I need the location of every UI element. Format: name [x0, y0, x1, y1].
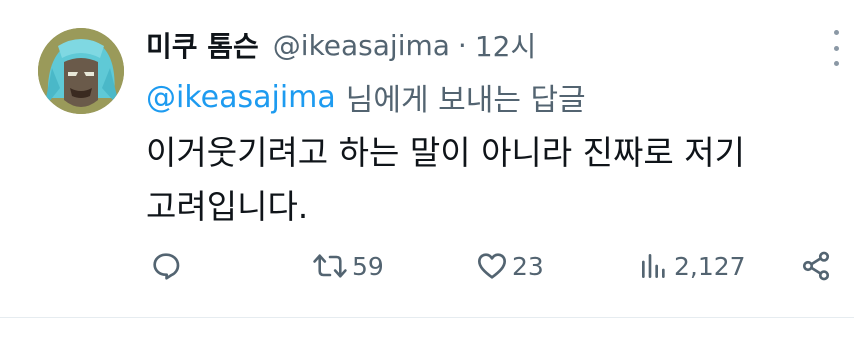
like-button[interactable]: 23 [476, 244, 544, 288]
timestamp[interactable]: 12시 [475, 25, 536, 65]
comment-icon [153, 253, 180, 280]
more-options-icon[interactable] [826, 30, 846, 66]
tweet-text: 이거웃기려고 하는 말이 아니라 진짜로 저기 고려입니다. [146, 126, 806, 234]
action-bar: 59 23 2,127 [146, 244, 836, 288]
tweet-header: 미쿠 톰슨 @ikeasajima · 12시 [146, 24, 536, 66]
like-count: 23 [512, 251, 544, 281]
separator-dot: · [457, 28, 467, 62]
reply-context: @ikeasajima 님에게 보내는 답글 [146, 76, 586, 119]
analytics-icon [642, 254, 665, 278]
avatar[interactable] [38, 28, 124, 114]
tweet-text-line: 이거웃기려고 하는 말이 아니라 진짜로 저기 [146, 133, 745, 172]
share-icon [802, 251, 830, 281]
avatar-icon [38, 28, 124, 114]
views-button[interactable]: 2,127 [638, 244, 746, 288]
divider [0, 317, 854, 318]
display-name[interactable]: 미쿠 톰슨 [146, 25, 259, 65]
reply-to-handle[interactable]: @ikeasajima [146, 80, 336, 115]
retweet-icon [313, 254, 347, 278]
views-count: 2,127 [674, 251, 746, 281]
retweet-button[interactable]: 59 [312, 244, 384, 288]
heart-icon [478, 253, 506, 279]
author-handle[interactable]: @ikeasajima [273, 29, 450, 62]
reply-button[interactable] [150, 244, 182, 288]
reply-to-suffix: 님에게 보내는 답글 [345, 83, 586, 118]
retweet-count: 59 [352, 251, 384, 281]
tweet-text-line: 고려입니다. [146, 187, 309, 226]
tweet[interactable]: 미쿠 톰슨 @ikeasajima · 12시 @ikeasajima 님에게 … [0, 0, 854, 343]
share-button[interactable] [800, 244, 832, 288]
